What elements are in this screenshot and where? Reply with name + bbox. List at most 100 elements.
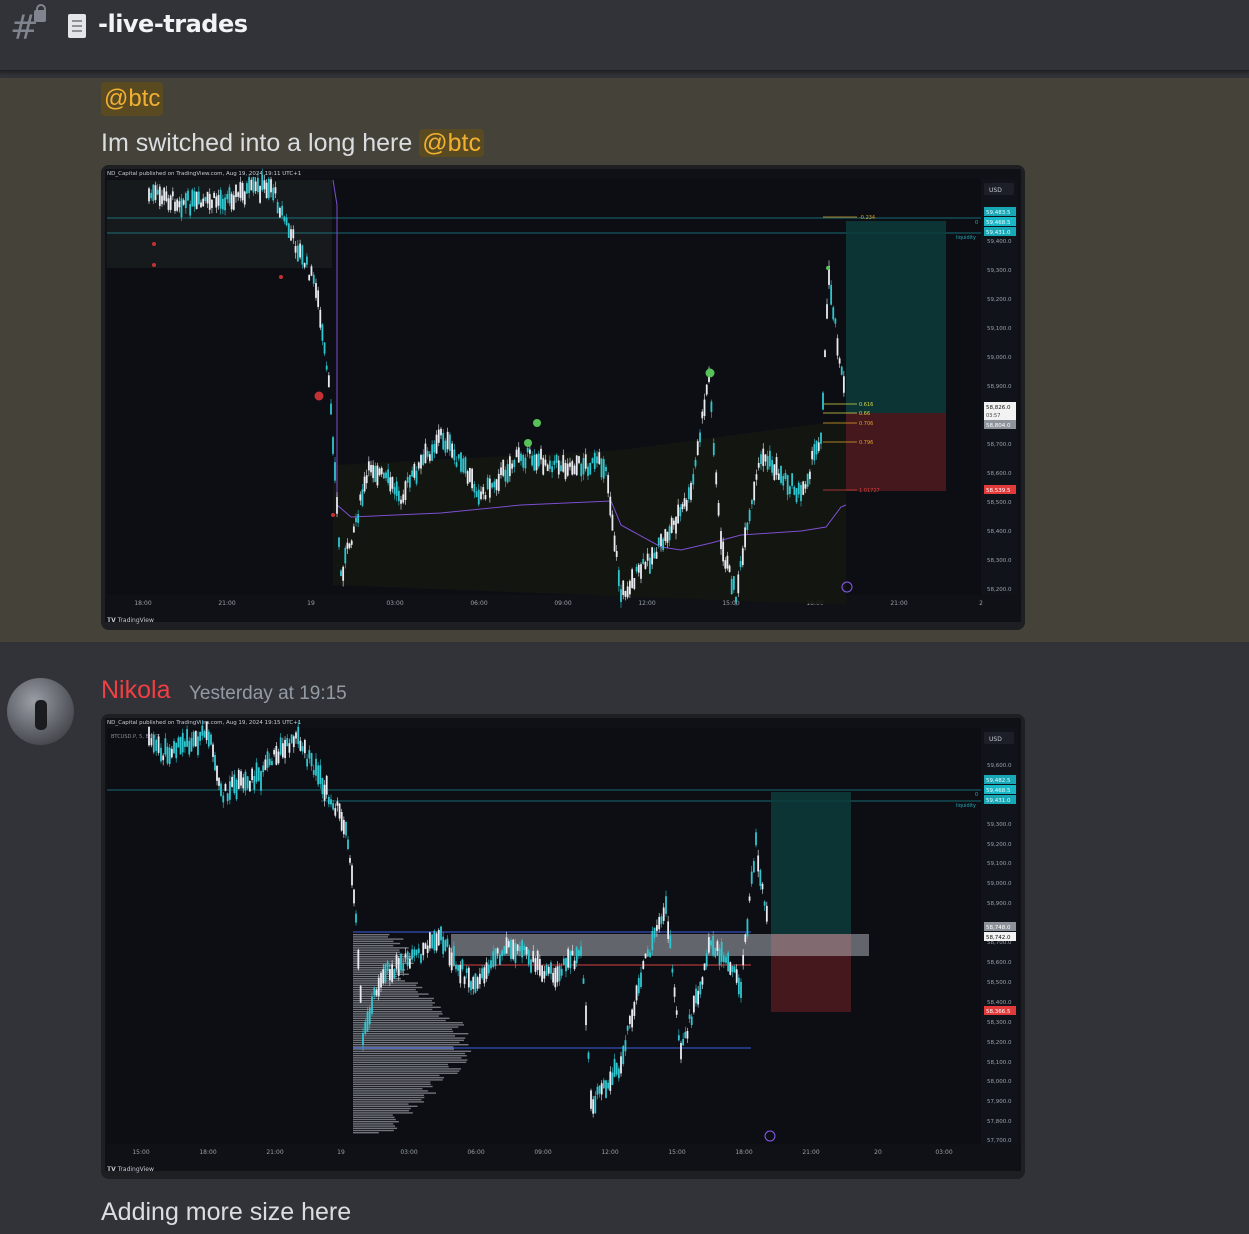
candle-body bbox=[609, 496, 612, 516]
candle-body bbox=[158, 186, 161, 206]
candle-body bbox=[175, 742, 178, 759]
candle-body bbox=[393, 487, 396, 495]
candle-body bbox=[495, 479, 498, 491]
candle-body bbox=[697, 990, 700, 1005]
candle-body bbox=[511, 463, 514, 469]
candle-body bbox=[386, 961, 389, 971]
candle-body bbox=[274, 187, 277, 194]
zero-level-label: 0 bbox=[975, 220, 978, 226]
candle-body bbox=[553, 460, 556, 465]
candle-body bbox=[211, 199, 213, 208]
candle-body bbox=[517, 447, 520, 463]
candle-body bbox=[457, 454, 460, 459]
candle-body bbox=[746, 522, 749, 531]
candle-body bbox=[315, 283, 317, 298]
volume-profile-bar bbox=[353, 1068, 461, 1070]
volume-profile-bar bbox=[353, 1110, 410, 1112]
chart-image-1[interactable]: ND_Capital published on TradingView.com,… bbox=[101, 165, 1025, 630]
avatar[interactable] bbox=[7, 678, 74, 745]
candle-body bbox=[780, 465, 782, 484]
price-tick-label: 58,400.0 bbox=[987, 1000, 1012, 1006]
candle-body bbox=[433, 930, 436, 951]
candle-body bbox=[575, 455, 578, 476]
candle-body bbox=[330, 799, 332, 805]
volume-profile-bar bbox=[353, 1074, 440, 1077]
candle-body bbox=[724, 560, 727, 569]
candle-body bbox=[164, 738, 167, 755]
candle-body bbox=[174, 201, 176, 211]
candle-body bbox=[332, 437, 334, 454]
volume-profile-bar bbox=[353, 958, 412, 960]
candle-body bbox=[368, 1008, 371, 1025]
candle-body bbox=[635, 566, 638, 572]
chart-image-2[interactable]: ND_Capital published on TradingView.com,… bbox=[101, 714, 1025, 1179]
volume-profile-bar bbox=[353, 1052, 466, 1055]
candle-body bbox=[197, 736, 199, 756]
candle-body bbox=[195, 191, 198, 210]
volume-profile-bar bbox=[353, 993, 429, 995]
candle-body bbox=[488, 478, 491, 498]
candle-body bbox=[475, 491, 478, 498]
candle-body bbox=[505, 937, 508, 954]
candle-body bbox=[424, 943, 427, 949]
candle-body bbox=[688, 1014, 691, 1019]
candle-body bbox=[740, 981, 742, 998]
candle-body bbox=[176, 199, 179, 211]
candle-body bbox=[357, 949, 360, 969]
channel-name[interactable]: -live-trades bbox=[98, 10, 248, 38]
candle-body bbox=[306, 758, 309, 767]
candle-body bbox=[325, 365, 328, 370]
candle-body bbox=[317, 765, 320, 785]
candle-body bbox=[538, 959, 541, 976]
candle-body bbox=[338, 803, 341, 819]
candle-body bbox=[288, 743, 291, 753]
candle-body bbox=[259, 185, 261, 203]
candle-body bbox=[253, 775, 256, 790]
author-name[interactable]: Nikola bbox=[101, 676, 170, 705]
signal-dot bbox=[279, 275, 283, 279]
candle-body bbox=[797, 482, 800, 495]
candle-body bbox=[251, 768, 254, 781]
candle-body bbox=[351, 865, 353, 886]
time-tick-label: 19 bbox=[337, 1149, 345, 1156]
candle-body bbox=[741, 548, 744, 566]
candle-body bbox=[285, 217, 288, 226]
time-tick-label: 15:00 bbox=[722, 600, 739, 607]
candle-body bbox=[180, 198, 183, 218]
candle-body bbox=[382, 472, 385, 479]
candle-body bbox=[292, 736, 295, 748]
time-tick-label: 12:00 bbox=[638, 600, 655, 607]
candle-body bbox=[473, 483, 476, 493]
candle-body bbox=[303, 740, 306, 754]
candle-body bbox=[528, 449, 531, 454]
candle-body bbox=[746, 919, 749, 937]
candle-body bbox=[534, 958, 537, 972]
candle-body bbox=[760, 454, 762, 465]
volume-profile-bar bbox=[353, 1090, 428, 1092]
candle-body bbox=[424, 443, 427, 464]
candle-body bbox=[705, 953, 708, 967]
candle-body bbox=[470, 981, 472, 991]
candle-body bbox=[802, 481, 805, 495]
candle-body bbox=[523, 946, 526, 951]
candle-body bbox=[353, 889, 355, 904]
candle-body bbox=[426, 450, 429, 457]
candle-body bbox=[761, 883, 764, 890]
candle-body bbox=[169, 195, 172, 211]
price-tick-label: 58,600.0 bbox=[987, 960, 1012, 966]
candle-body bbox=[596, 1086, 599, 1095]
candle-body bbox=[717, 502, 720, 516]
candle-body bbox=[231, 776, 234, 787]
candle-body bbox=[692, 474, 695, 485]
candle-body bbox=[345, 821, 347, 836]
candle-body bbox=[301, 746, 304, 752]
candle-body bbox=[192, 731, 195, 747]
candle-body bbox=[367, 461, 370, 471]
inline-mention-btc[interactable]: @btc bbox=[419, 129, 484, 157]
mention-btc[interactable]: @btc bbox=[101, 82, 164, 116]
candle-body bbox=[148, 188, 150, 202]
candle-body bbox=[507, 941, 510, 948]
candle-body bbox=[611, 514, 614, 531]
candle-body bbox=[397, 490, 400, 502]
candle-body bbox=[644, 561, 647, 569]
